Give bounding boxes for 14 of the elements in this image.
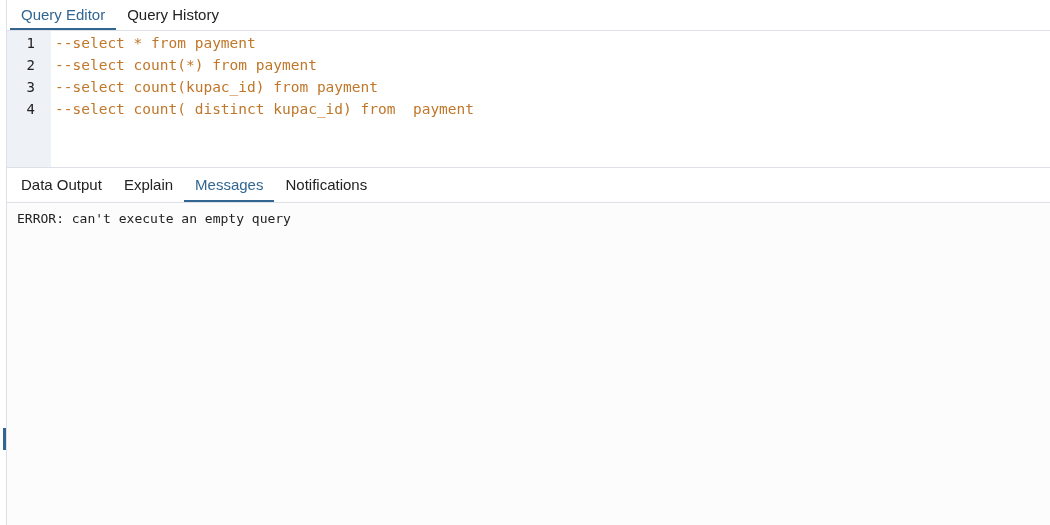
line-number: 2 (25, 57, 36, 75)
resize-handle[interactable] (3, 428, 6, 450)
editor-tab[interactable]: Query History (116, 0, 230, 30)
output-tab[interactable]: Data Output (10, 168, 113, 202)
code-line: --select * from payment (55, 35, 257, 53)
line-number: 3 (25, 79, 36, 97)
output-tab[interactable]: Explain (112, 168, 185, 202)
code-line: --select count(*) from payment (55, 57, 318, 75)
code-line: --select count(kupac_id) from payment (55, 79, 379, 98)
line-number: 1 (25, 35, 36, 53)
error-message: ERROR: can't execute an empty query (17, 211, 292, 226)
line-number: 4 (25, 101, 36, 119)
output-tab[interactable]: Notifications (274, 168, 379, 202)
code-line: --select count( distinct kupac_id) from payment (55, 101, 476, 120)
